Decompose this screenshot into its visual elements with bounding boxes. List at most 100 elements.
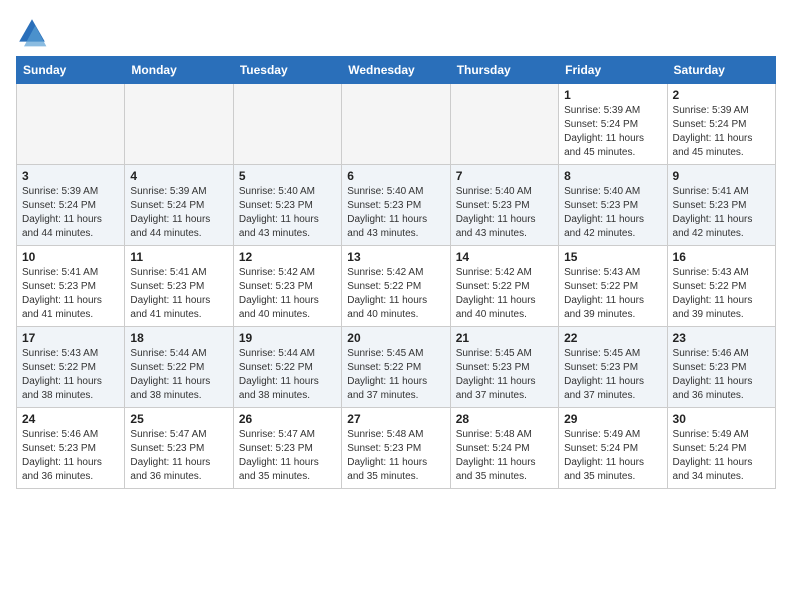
week-row-2: 3Sunrise: 5:39 AM Sunset: 5:24 PM Daylig…: [17, 165, 776, 246]
day-number: 20: [347, 331, 444, 345]
day-cell: [233, 84, 341, 165]
day-info: Sunrise: 5:39 AM Sunset: 5:24 PM Dayligh…: [564, 104, 661, 160]
weekday-header-wednesday: Wednesday: [342, 57, 450, 84]
day-cell: 23 Sunrise: 5:46 AM Sunset: 5:23 PM Dayli…: [667, 327, 775, 408]
day-info: Sunrise: 5:40 AM Sunset: 5:23 PM Dayligh…: [456, 185, 553, 241]
day-number: 1: [564, 88, 661, 102]
day-info: Sunrise: 5:48 AM Sunset: 5:24 PM Dayligh…: [456, 428, 553, 484]
day-cell: 9 Sunrise: 5:41 AM Sunset: 5:23 PM Daylig…: [667, 165, 775, 246]
day-cell: 26 Sunrise: 5:47 AM Sunset: 5:23 PM Dayli…: [233, 408, 341, 489]
day-cell: 1 Sunrise: 5:39 AM Sunset: 5:24 PM Daylig…: [559, 84, 667, 165]
day-cell: 19 Sunrise: 5:44 AM Sunset: 5:22 PM Dayli…: [233, 327, 341, 408]
day-number: 23: [673, 331, 770, 345]
day-number: 7: [456, 169, 553, 183]
day-info: Sunrise: 5:47 AM Sunset: 5:23 PM Dayligh…: [130, 428, 227, 484]
day-cell: 12 Sunrise: 5:42 AM Sunset: 5:23 PM Dayli…: [233, 246, 341, 327]
week-row-4: 17 Sunrise: 5:43 AM Sunset: 5:22 PM Dayli…: [17, 327, 776, 408]
day-cell: [342, 84, 450, 165]
day-info: Sunrise: 5:44 AM Sunset: 5:22 PM Dayligh…: [130, 347, 227, 403]
day-info: Sunrise: 5:41 AM Sunset: 5:23 PM Dayligh…: [673, 185, 770, 241]
day-number: 21: [456, 331, 553, 345]
day-info: Sunrise: 5:44 AM Sunset: 5:22 PM Dayligh…: [239, 347, 336, 403]
day-cell: 30 Sunrise: 5:49 AM Sunset: 5:24 PM Dayli…: [667, 408, 775, 489]
day-number: 19: [239, 331, 336, 345]
day-info: Sunrise: 5:47 AM Sunset: 5:23 PM Dayligh…: [239, 428, 336, 484]
day-cell: 22 Sunrise: 5:45 AM Sunset: 5:23 PM Dayli…: [559, 327, 667, 408]
day-cell: 6 Sunrise: 5:40 AM Sunset: 5:23 PM Daylig…: [342, 165, 450, 246]
day-info: Sunrise: 5:45 AM Sunset: 5:22 PM Dayligh…: [347, 347, 444, 403]
day-number: 6: [347, 169, 444, 183]
day-info: Sunrise: 5:42 AM Sunset: 5:23 PM Dayligh…: [239, 266, 336, 322]
day-cell: 16 Sunrise: 5:43 AM Sunset: 5:22 PM Dayli…: [667, 246, 775, 327]
day-number: 12: [239, 250, 336, 264]
day-info: Sunrise: 5:40 AM Sunset: 5:23 PM Dayligh…: [347, 185, 444, 241]
day-number: 18: [130, 331, 227, 345]
day-number: 24: [22, 412, 119, 426]
day-cell: 10Sunrise: 5:41 AM Sunset: 5:23 PM Dayli…: [17, 246, 125, 327]
day-number: 9: [673, 169, 770, 183]
day-number: 11: [130, 250, 227, 264]
day-info: Sunrise: 5:39 AM Sunset: 5:24 PM Dayligh…: [22, 185, 119, 241]
weekday-header-sunday: Sunday: [17, 57, 125, 84]
day-info: Sunrise: 5:42 AM Sunset: 5:22 PM Dayligh…: [347, 266, 444, 322]
day-cell: 13 Sunrise: 5:42 AM Sunset: 5:22 PM Dayli…: [342, 246, 450, 327]
day-cell: 27Sunrise: 5:48 AM Sunset: 5:23 PM Dayli…: [342, 408, 450, 489]
day-info: Sunrise: 5:49 AM Sunset: 5:24 PM Dayligh…: [673, 428, 770, 484]
day-number: 28: [456, 412, 553, 426]
day-cell: 2Sunrise: 5:39 AM Sunset: 5:24 PM Daylig…: [667, 84, 775, 165]
day-number: 25: [130, 412, 227, 426]
weekday-header-monday: Monday: [125, 57, 233, 84]
day-cell: 7 Sunrise: 5:40 AM Sunset: 5:23 PM Daylig…: [450, 165, 558, 246]
day-info: Sunrise: 5:42 AM Sunset: 5:22 PM Dayligh…: [456, 266, 553, 322]
day-cell: 25 Sunrise: 5:47 AM Sunset: 5:23 PM Dayli…: [125, 408, 233, 489]
day-info: Sunrise: 5:46 AM Sunset: 5:23 PM Dayligh…: [22, 428, 119, 484]
day-info: Sunrise: 5:43 AM Sunset: 5:22 PM Dayligh…: [673, 266, 770, 322]
day-cell: 11 Sunrise: 5:41 AM Sunset: 5:23 PM Dayli…: [125, 246, 233, 327]
weekday-header-thursday: Thursday: [450, 57, 558, 84]
day-number: 13: [347, 250, 444, 264]
logo: [16, 16, 52, 48]
week-row-5: 24 Sunrise: 5:46 AM Sunset: 5:23 PM Dayli…: [17, 408, 776, 489]
weekday-header-tuesday: Tuesday: [233, 57, 341, 84]
day-cell: [125, 84, 233, 165]
week-row-1: 1 Sunrise: 5:39 AM Sunset: 5:24 PM Daylig…: [17, 84, 776, 165]
day-number: 15: [564, 250, 661, 264]
weekday-header-row: SundayMondayTuesdayWednesdayThursdayFrid…: [17, 57, 776, 84]
day-info: Sunrise: 5:45 AM Sunset: 5:23 PM Dayligh…: [564, 347, 661, 403]
day-info: Sunrise: 5:41 AM Sunset: 5:23 PM Dayligh…: [22, 266, 119, 322]
day-info: Sunrise: 5:40 AM Sunset: 5:23 PM Dayligh…: [564, 185, 661, 241]
day-cell: [450, 84, 558, 165]
day-info: Sunrise: 5:41 AM Sunset: 5:23 PM Dayligh…: [130, 266, 227, 322]
day-number: 30: [673, 412, 770, 426]
day-number: 16: [673, 250, 770, 264]
day-number: 14: [456, 250, 553, 264]
day-number: 2: [673, 88, 770, 102]
day-cell: 20 Sunrise: 5:45 AM Sunset: 5:22 PM Dayli…: [342, 327, 450, 408]
day-number: 22: [564, 331, 661, 345]
day-cell: 5Sunrise: 5:40 AM Sunset: 5:23 PM Daylig…: [233, 165, 341, 246]
day-number: 29: [564, 412, 661, 426]
day-info: Sunrise: 5:43 AM Sunset: 5:22 PM Dayligh…: [22, 347, 119, 403]
logo-icon: [16, 16, 48, 48]
day-info: Sunrise: 5:45 AM Sunset: 5:23 PM Dayligh…: [456, 347, 553, 403]
day-cell: 15 Sunrise: 5:43 AM Sunset: 5:22 PM Dayli…: [559, 246, 667, 327]
day-number: 26: [239, 412, 336, 426]
day-cell: 29 Sunrise: 5:49 AM Sunset: 5:24 PM Dayli…: [559, 408, 667, 489]
day-number: 4: [130, 169, 227, 183]
day-info: Sunrise: 5:39 AM Sunset: 5:24 PM Dayligh…: [130, 185, 227, 241]
day-info: Sunrise: 5:49 AM Sunset: 5:24 PM Dayligh…: [564, 428, 661, 484]
day-info: Sunrise: 5:43 AM Sunset: 5:22 PM Dayligh…: [564, 266, 661, 322]
day-cell: 8 Sunrise: 5:40 AM Sunset: 5:23 PM Daylig…: [559, 165, 667, 246]
page-header: [16, 16, 776, 48]
day-info: Sunrise: 5:40 AM Sunset: 5:23 PM Dayligh…: [239, 185, 336, 241]
day-number: 8: [564, 169, 661, 183]
weekday-header-friday: Friday: [559, 57, 667, 84]
day-cell: 21 Sunrise: 5:45 AM Sunset: 5:23 PM Dayli…: [450, 327, 558, 408]
day-info: Sunrise: 5:46 AM Sunset: 5:23 PM Dayligh…: [673, 347, 770, 403]
day-cell: 14 Sunrise: 5:42 AM Sunset: 5:22 PM Dayli…: [450, 246, 558, 327]
day-cell: 4 Sunrise: 5:39 AM Sunset: 5:24 PM Daylig…: [125, 165, 233, 246]
day-cell: [17, 84, 125, 165]
day-cell: 28 Sunrise: 5:48 AM Sunset: 5:24 PM Dayli…: [450, 408, 558, 489]
week-row-3: 10Sunrise: 5:41 AM Sunset: 5:23 PM Dayli…: [17, 246, 776, 327]
day-number: 17: [22, 331, 119, 345]
